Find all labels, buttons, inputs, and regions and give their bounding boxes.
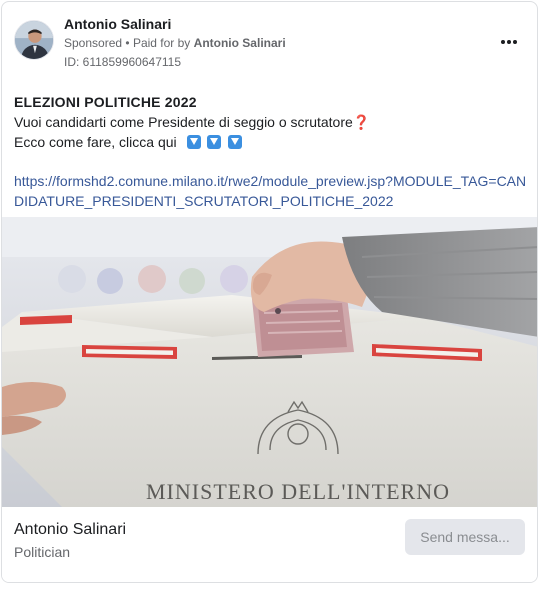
post-body: ELEZIONI POLITICHE 2022 Vuoi candidarti … [14,92,529,152]
avatar-photo [15,21,53,59]
ad-footer: Antonio Salinari Politician Send messa..… [2,507,537,582]
page-category: Politician [14,544,71,560]
send-message-button[interactable]: Send messa... [405,519,525,555]
down-arrow-emoji-icon [207,135,222,149]
post-line-2-text: Ecco come fare, clicca qui [14,134,177,150]
ad-image[interactable]: MINISTERO DELL'INTERNO [2,217,537,507]
post-link[interactable]: https://formshd2.comune.milano.it/rwe2/m… [14,171,529,211]
post-header: Antonio Salinari Sponsored • Paid for by… [2,2,537,82]
paid-for-prefix: Paid for by [132,36,191,50]
more-options-button[interactable] [497,30,521,54]
post-line-2: Ecco come fare, clicca qui [14,132,529,152]
separator-dot: • [125,36,130,50]
post-line-1-text: Vuoi candidarti come Presidente di seggi… [14,114,353,130]
paid-for-name: Antonio Salinari [193,36,286,50]
sponsored-line: Sponsored • Paid for by Antonio Salinari [64,36,286,50]
question-mark-emoji: ❓ [352,114,371,130]
down-arrow-emoji-icon [186,135,201,149]
ad-card: Antonio Salinari Sponsored • Paid for by… [1,1,538,583]
sponsored-label: Sponsored [64,36,123,50]
down-arrow-emoji-icon [228,135,243,149]
ministero-stamp-text: MINISTERO DELL'INTERNO [146,479,450,504]
avatar[interactable] [14,20,54,60]
author-name[interactable]: Antonio Salinari [64,16,171,32]
page-name[interactable]: Antonio Salinari [14,521,126,539]
ballot-box-photo: MINISTERO DELL'INTERNO [2,217,537,507]
ad-id: ID: 611859960647115 [64,55,181,69]
more-horizontal-icon [500,40,518,44]
post-title: ELEZIONI POLITICHE 2022 [14,94,197,110]
post-line-1: Vuoi candidarti come Presidente di seggi… [14,112,529,132]
